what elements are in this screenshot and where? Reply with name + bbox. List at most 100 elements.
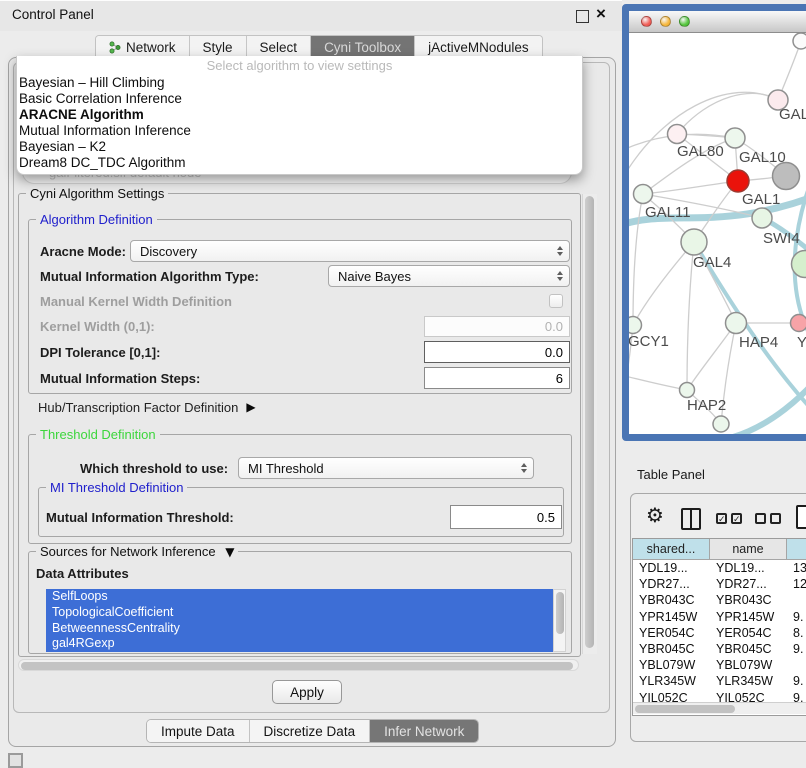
network-edge[interactable] <box>629 92 778 181</box>
aracne-mode-label: Aracne Mode: <box>40 240 126 262</box>
network-canvas[interactable]: GALGAL80GAL10GAL1GAL11SWI4GAL4GCY1HAP4YH… <box>629 33 806 435</box>
mi-threshold-field[interactable]: 0.5 <box>450 505 562 529</box>
settings-vertical-scrollbar-thumb[interactable] <box>585 196 594 648</box>
tab-discretize-data[interactable]: Discretize Data <box>250 720 371 742</box>
attributes-list-scrollbar[interactable] <box>553 589 566 652</box>
attribute-item-topologicalcoefficient[interactable]: TopologicalCoefficient <box>46 605 553 621</box>
aracne-mode-combobox[interactable]: Discovery <box>130 240 570 262</box>
close-panel-icon[interactable]: × <box>596 4 606 24</box>
settings-vertical-scrollbar[interactable] <box>582 194 597 654</box>
close-window-button[interactable] <box>641 16 652 27</box>
table-header-row: shared...nameA <box>633 539 806 560</box>
dpi-tolerance-label: DPI Tolerance [0,1]: <box>40 341 160 363</box>
table-row[interactable]: YBL079WYBL079W <box>633 657 806 673</box>
bottom-left-icon[interactable] <box>8 753 23 768</box>
network-node-gal10[interactable] <box>725 128 745 148</box>
algorithm-option-basic-correlation-inference[interactable]: Basic Correlation Inference <box>17 91 582 107</box>
table-cell: YDR27... <box>633 576 710 592</box>
attribute-item-selfloops[interactable]: SelfLoops <box>46 589 553 605</box>
table-horizontal-scrollbar-thumb[interactable] <box>635 705 735 713</box>
network-node-swi4[interactable] <box>752 208 772 228</box>
table-row[interactable]: YER054CYER054C8. <box>633 625 806 641</box>
table-row[interactable]: YDL19...YDL19...13 <box>633 560 806 576</box>
algorithm-placeholder: Select algorithm to view settings <box>17 56 582 75</box>
checkbox-unchecked-icon[interactable] <box>770 513 781 524</box>
network-node-label-hap4: HAP4 <box>739 334 778 351</box>
table-cell: 8. <box>787 625 806 641</box>
document-icon[interactable] <box>796 505 806 529</box>
network-node-gray[interactable] <box>773 163 800 190</box>
algorithm-option-dream8-dc-tdc-algorithm[interactable]: Dream8 DC_TDC Algorithm <box>17 155 582 171</box>
network-window-titlebar[interactable] <box>629 11 806 33</box>
checkbox-checked-icon[interactable]: ✓ <box>731 513 742 524</box>
screen: Control Panel × NetworkStyleSelectCyni T… <box>0 0 806 762</box>
table-row[interactable]: YBR045CYBR045C9. <box>633 641 806 657</box>
algorithm-option-mutual-information-inference[interactable]: Mutual Information Inference <box>17 123 582 139</box>
table-row[interactable]: YLR345WYLR345W9. <box>633 673 806 689</box>
network-node-label-gal10: GAL10 <box>739 149 786 166</box>
table-row[interactable]: YBR043CYBR043C <box>633 592 806 608</box>
column-header-name[interactable]: name <box>710 539 787 559</box>
split-columns-icon[interactable] <box>681 508 701 530</box>
network-node-hap2[interactable] <box>680 383 695 398</box>
attributes-list-scrollbar-thumb[interactable] <box>556 592 564 634</box>
table-cell: 9. <box>787 673 806 689</box>
network-node-hap4[interactable] <box>726 313 747 334</box>
table-horizontal-scrollbar[interactable] <box>633 702 806 714</box>
network-node-gal11[interactable] <box>634 185 653 204</box>
column-header-a[interactable]: A <box>787 539 806 559</box>
network-node-pink-right[interactable] <box>791 315 806 332</box>
apply-button[interactable]: Apply <box>272 680 342 704</box>
attribute-item-betweennesscentrality[interactable]: BetweennessCentrality <box>46 621 553 637</box>
mi-algorithm-type-combobox[interactable]: Naive Bayes <box>328 265 570 287</box>
network-edge[interactable] <box>721 357 806 435</box>
sources-group-header[interactable]: Sources for Network Inference ▼ <box>36 544 238 559</box>
table-body: YDL19...YDL19...13YDR27...YDR27...12YBR0… <box>633 560 806 706</box>
manual-kernel-width-checkbox[interactable] <box>549 294 563 308</box>
algorithm-option-bayesian-hill-climbing[interactable]: Bayesian – Hill Climbing <box>17 75 582 91</box>
settings-horizontal-scrollbar-thumb[interactable] <box>21 662 573 670</box>
tab-infer-network[interactable]: Infer Network <box>370 720 478 742</box>
column-header-shared[interactable]: shared... <box>633 539 710 559</box>
network-node-gal1-red[interactable] <box>727 170 749 192</box>
table-cell: YER054C <box>710 625 787 641</box>
network-node-top-partial[interactable] <box>793 33 806 49</box>
network-node-gal80[interactable] <box>668 125 687 144</box>
data-attributes-list[interactable]: SelfLoopsTopologicalCoefficientBetweenne… <box>46 589 553 652</box>
network-node-label-y: Y <box>797 334 806 351</box>
network-node-label-swi4: SWI4 <box>763 230 800 247</box>
network-node-gcy1[interactable] <box>629 317 642 334</box>
minimize-window-button[interactable] <box>660 16 671 27</box>
tab-impute-data[interactable]: Impute Data <box>147 720 250 742</box>
table-cell: YDR27... <box>710 576 787 592</box>
network-edge[interactable] <box>629 375 687 390</box>
dpi-tolerance-field[interactable]: 0.0 <box>424 341 570 363</box>
checkbox-unchecked-icon[interactable] <box>755 513 766 524</box>
gear-icon[interactable]: ⚙ <box>646 504 664 526</box>
network-node-gal4[interactable] <box>681 229 707 255</box>
table-row[interactable]: YPR145WYPR145W9. <box>633 609 806 625</box>
attribute-item-gal4rgexp[interactable]: gal4RGexp <box>46 636 553 652</box>
settings-horizontal-scrollbar[interactable] <box>18 659 579 671</box>
spinner-icon <box>521 458 527 478</box>
network-graph[interactable]: GALGAL80GAL10GAL1GAL11SWI4GAL4GCY1HAP4YH… <box>629 33 806 435</box>
algorithm-option-aracne-algorithm[interactable]: ARACNE Algorithm <box>17 107 582 123</box>
threshold-definition-title: Threshold Definition <box>36 427 160 442</box>
hub-definition-expander[interactable]: Hub/Transcription Factor Definition ▶ <box>38 398 256 416</box>
tab-label: Network <box>126 40 176 55</box>
kernel-width-field[interactable]: 0.0 <box>424 316 570 337</box>
network-edge[interactable] <box>677 93 778 134</box>
which-threshold-value: MI Threshold <box>248 461 324 476</box>
network-edge[interactable] <box>687 323 736 390</box>
network-edge[interactable] <box>633 242 694 325</box>
float-panel-button[interactable] <box>576 10 589 23</box>
mi-steps-field[interactable]: 6 <box>424 367 570 389</box>
algorithm-option-bayesian-k2[interactable]: Bayesian – K2 <box>17 139 582 155</box>
network-node-bottom[interactable] <box>713 416 729 432</box>
table-row[interactable]: YDR27...YDR27...12 <box>633 576 806 592</box>
network-edge[interactable] <box>633 194 643 325</box>
zoom-window-button[interactable] <box>679 16 690 27</box>
checkbox-checked-icon[interactable]: ✓ <box>716 513 727 524</box>
which-threshold-combobox[interactable]: MI Threshold <box>238 457 534 479</box>
table-cell: 12 <box>787 576 806 592</box>
